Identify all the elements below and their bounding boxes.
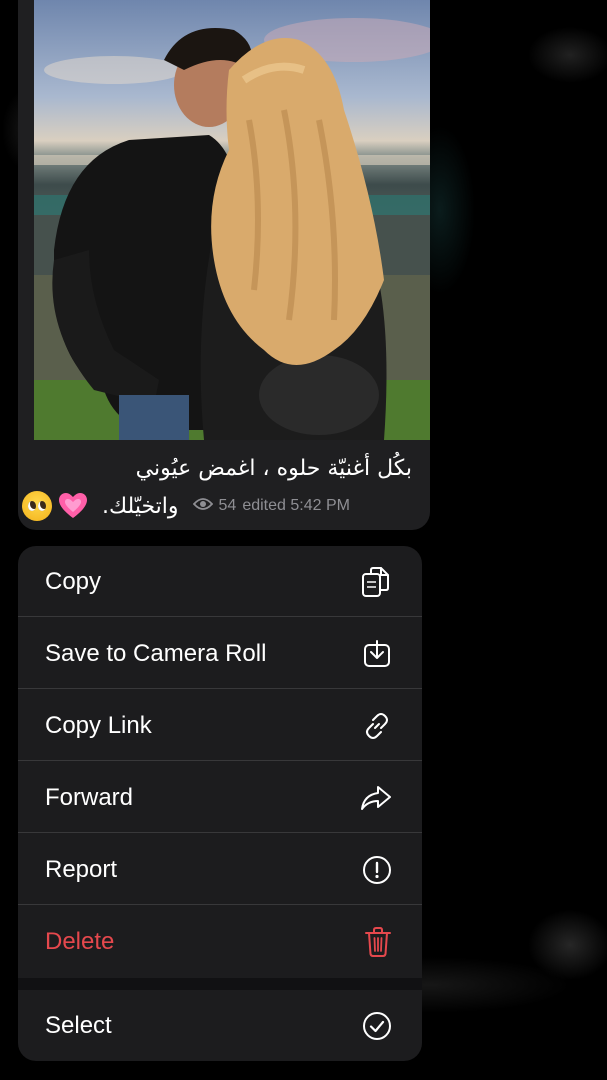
menu-item-copy-link[interactable]: Copy Link: [18, 690, 422, 761]
link-icon: [362, 711, 392, 741]
message-meta: 54 edited 5:42 PM: [192, 497, 350, 516]
menu-item-label: Copy: [45, 567, 102, 595]
edited-time: edited 5:42 PM: [242, 497, 350, 514]
growing-heart-emoji: [58, 492, 88, 520]
pleading-face-emoji: [22, 491, 52, 521]
menu-item-forward[interactable]: Forward: [18, 762, 422, 833]
forward-icon: [360, 784, 392, 812]
context-menu: Copy Save to Camera Roll Copy Link Forwa…: [18, 546, 422, 1061]
menu-item-label: Select: [45, 1011, 112, 1039]
menu-item-label: Copy Link: [45, 711, 152, 739]
copy-icon: [360, 565, 392, 599]
message-bubble[interactable]: بكُل أغنيّة حلوه ، اغمض عيُوني: [18, 0, 430, 530]
menu-item-label: Save to Camera Roll: [45, 639, 267, 667]
select-check-icon: [362, 1011, 392, 1041]
menu-item-label: Delete: [45, 927, 115, 955]
menu-item-select[interactable]: Select: [18, 990, 422, 1061]
menu-item-report[interactable]: Report: [18, 834, 422, 905]
menu-item-save-to-camera-roll[interactable]: Save to Camera Roll: [18, 618, 422, 689]
menu-item-copy[interactable]: Copy: [18, 546, 422, 617]
report-icon: [362, 855, 392, 885]
photo-couple-illustration: [34, 18, 430, 440]
message-photo[interactable]: [34, 0, 430, 440]
trash-icon: [364, 926, 392, 958]
eye-icon: [192, 497, 213, 516]
download-icon: [362, 639, 392, 669]
caption-tail-text: واتخيّلك.: [102, 493, 179, 519]
menu-item-label: Forward: [45, 783, 134, 811]
view-count: 54: [218, 497, 237, 514]
menu-group-divider: [18, 978, 422, 990]
caption-second-line: واتخيّلك. 54 edited 5:42 PM: [22, 486, 350, 526]
menu-item-label: Report: [45, 855, 118, 883]
message-caption: بكُل أغنيّة حلوه ، اغمض عيُوني: [135, 456, 412, 481]
menu-item-delete[interactable]: Delete: [18, 906, 422, 977]
